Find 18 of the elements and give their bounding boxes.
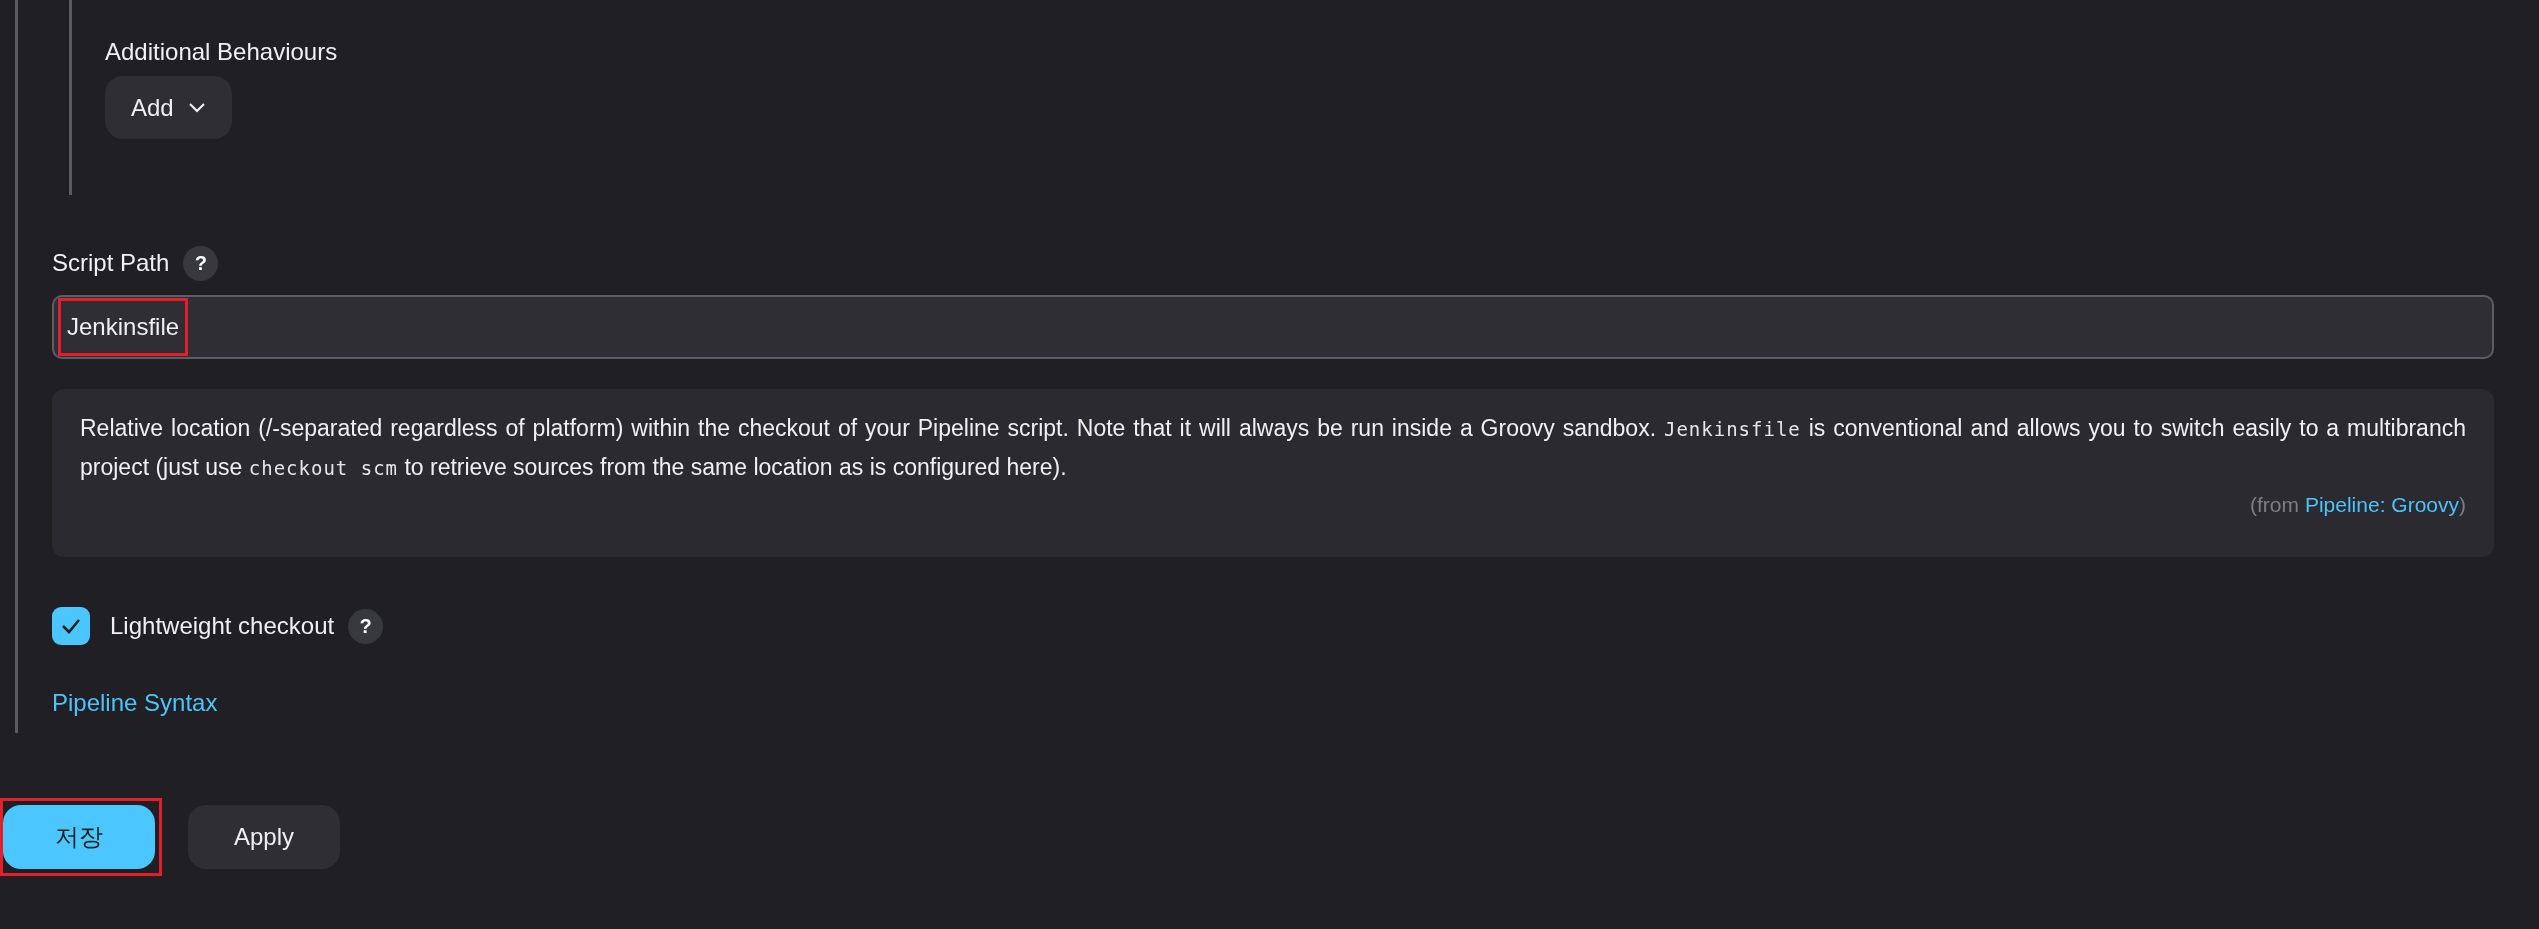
- section-label: Additional Behaviours: [105, 37, 339, 67]
- field-value: Jenkinsfile: [67, 312, 180, 342]
- checkbox-label: Lightweight checkout: [110, 611, 335, 641]
- attribution-text: ): [2459, 492, 2466, 518]
- plugin-link[interactable]: Pipeline: Groovy: [2304, 487, 2459, 523]
- attribution-text: (from: [2249, 492, 2299, 518]
- field-label: Script Path: [52, 248, 170, 278]
- help-text: Relative location (/-separated regardless of platform) within the checkout of your Pipeline script. Note that it will always be run inside a Groovy sandbox. Jenkinsfile is conventional and allows you to switch easily to a multibranch project (just use checkout scm to retrieve sources from the same location as is configured here).: [80, 414, 2466, 482]
- chevron-down-icon: [187, 101, 206, 114]
- checkbox[interactable]: [52, 607, 90, 645]
- help-button[interactable]: ?: [348, 608, 384, 644]
- pipeline-syntax-link[interactable]: Pipeline Syntax: [52, 685, 218, 721]
- script-path-field[interactable]: Jenkinsfile: [52, 295, 2494, 359]
- check-icon: [61, 618, 81, 634]
- help-button[interactable]: ?: [183, 245, 219, 281]
- add-button[interactable]: Add: [105, 76, 232, 139]
- apply-button[interactable]: Apply: [188, 805, 340, 869]
- save-button[interactable]: 저장: [3, 805, 155, 869]
